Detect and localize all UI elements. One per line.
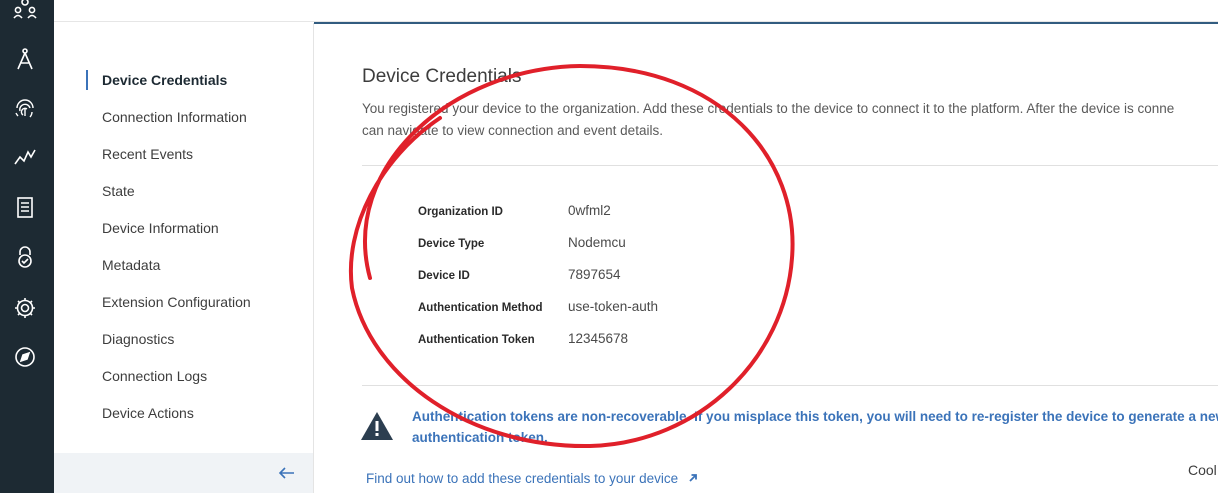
page-title: Device Credentials xyxy=(362,66,522,87)
page-description: You registered your device to the organi… xyxy=(362,98,1218,142)
settings-icon[interactable] xyxy=(12,295,38,321)
org-icon[interactable] xyxy=(12,0,38,22)
side-navigation: Device Credentials Connection Information… xyxy=(54,23,314,493)
explore-icon[interactable] xyxy=(12,344,38,370)
collapse-arrow-icon[interactable] xyxy=(277,463,297,483)
cool-text[interactable]: Cool xyxy=(1188,462,1217,478)
credential-value: 7897654 xyxy=(568,267,621,282)
main-content: Device Credentials You registered your d… xyxy=(314,24,1218,493)
compass-draw-icon[interactable] xyxy=(12,46,38,72)
credential-label: Organization ID xyxy=(418,206,503,218)
fingerprint-icon[interactable] xyxy=(12,95,38,121)
sidebar-item-recent-events[interactable]: Recent Events xyxy=(86,142,251,179)
credential-label: Device ID xyxy=(418,270,470,282)
app-rail xyxy=(0,0,54,493)
document-icon[interactable] xyxy=(12,195,38,221)
divider xyxy=(362,165,1218,166)
warning-line: Authentication tokens are non-recoverabl… xyxy=(412,409,1218,424)
sidebar-item-device-credentials[interactable]: Device Credentials xyxy=(86,68,251,105)
credential-value: Nodemcu xyxy=(568,235,626,250)
credential-value: 0wfml2 xyxy=(568,203,611,218)
sidebar-item-connection-information[interactable]: Connection Information xyxy=(86,105,251,142)
sidebar-item-device-actions[interactable]: Device Actions xyxy=(86,401,251,438)
credential-label: Device Type xyxy=(418,238,485,250)
sidebar-item-connection-logs[interactable]: Connection Logs xyxy=(86,364,251,401)
credential-label: Authentication Token xyxy=(418,334,535,346)
warning-icon xyxy=(360,410,394,442)
help-link[interactable]: Find out how to add these credentials to… xyxy=(366,471,698,486)
divider xyxy=(362,385,1218,386)
sidebar-item-state[interactable]: State xyxy=(86,179,251,216)
sidebar-item-device-information[interactable]: Device Information xyxy=(86,216,251,253)
sidebar-item-extension-configuration[interactable]: Extension Configuration xyxy=(86,290,251,327)
sidebar-item-metadata[interactable]: Metadata xyxy=(86,253,251,290)
credential-value: use-token-auth xyxy=(568,299,659,314)
credential-label: Authentication Method xyxy=(418,302,543,314)
external-link-icon xyxy=(689,474,697,482)
collapse-bar xyxy=(54,453,313,493)
warning-message: Authentication tokens are non-recoverabl… xyxy=(412,406,1218,448)
description-line: You registered your device to the organi… xyxy=(362,101,1175,116)
sidebar-item-diagnostics[interactable]: Diagnostics xyxy=(86,327,251,364)
credential-value: 12345678 xyxy=(568,331,629,346)
warning-line: authentication token. xyxy=(412,430,548,445)
description-line: can navigate to view connection and even… xyxy=(362,123,663,138)
help-link-label: Find out how to add these credentials to… xyxy=(366,471,679,486)
top-bar xyxy=(54,0,1218,22)
nav-list: Device Credentials Connection Information… xyxy=(86,68,251,438)
security-lock-icon[interactable] xyxy=(12,244,38,270)
analytics-icon[interactable] xyxy=(12,144,38,170)
